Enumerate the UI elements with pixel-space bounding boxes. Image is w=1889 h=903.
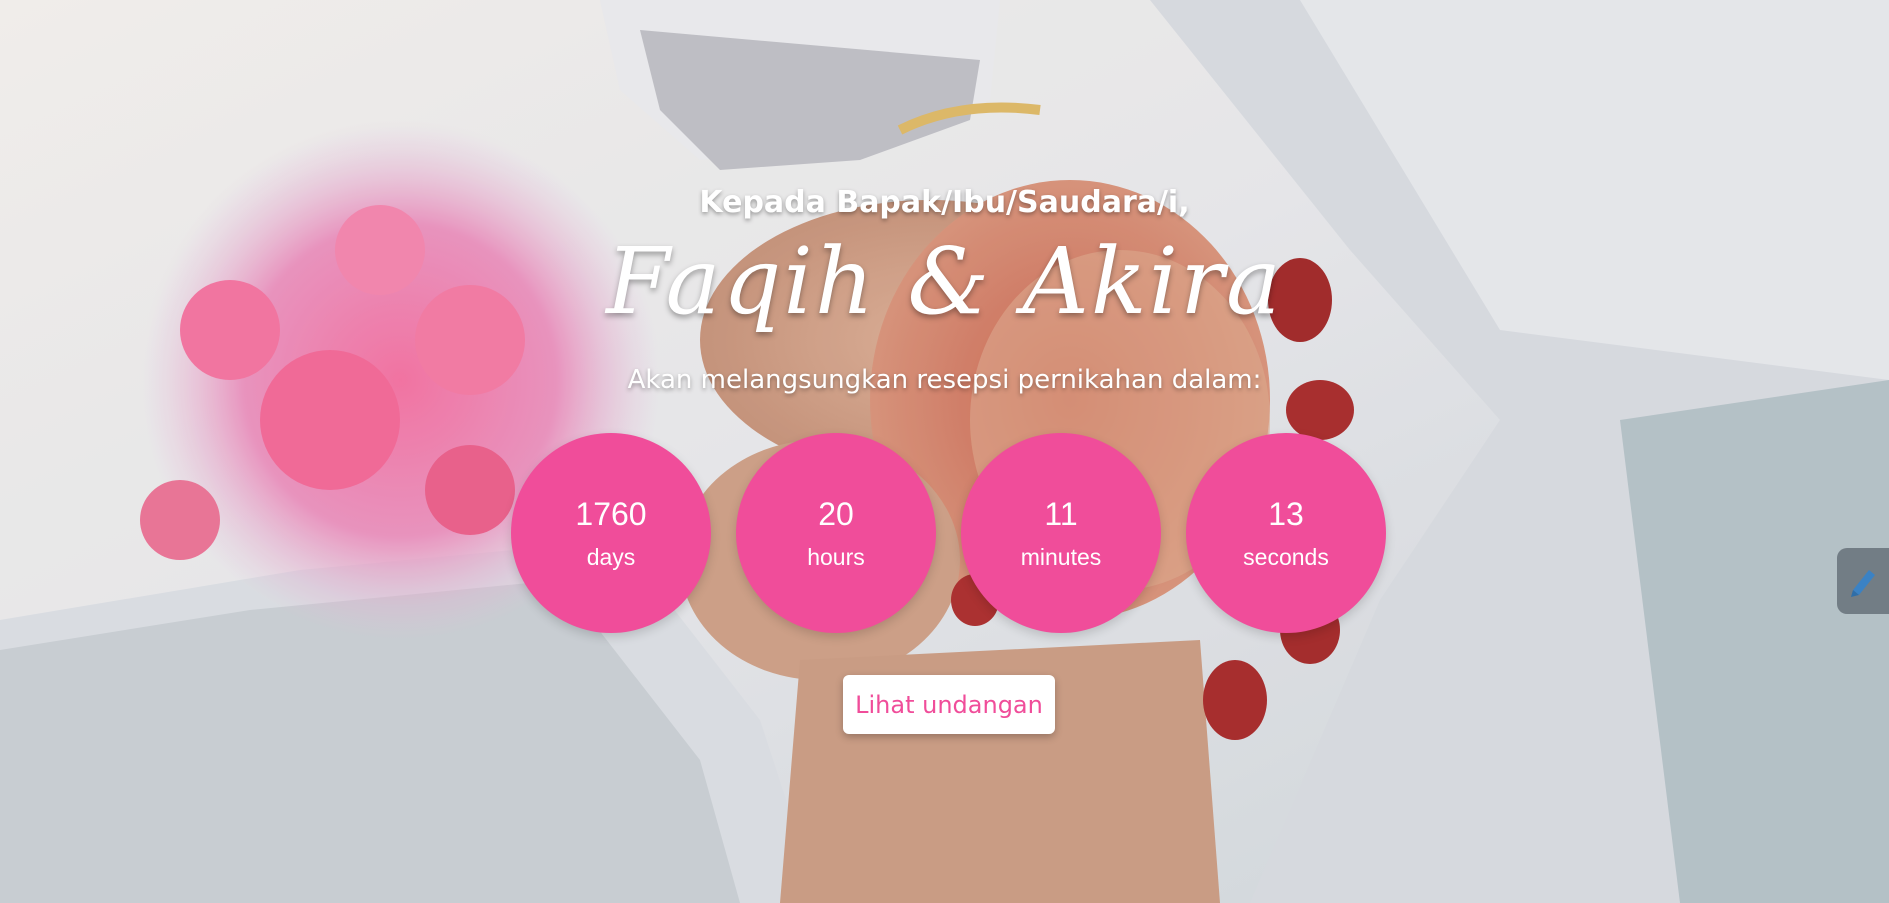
countdown-days-unit: days bbox=[586, 543, 636, 570]
hero-content: Kepada Bapak/Ibu/Saudara/i, Faqih & Akir… bbox=[0, 0, 1889, 903]
countdown-hours-unit: hours bbox=[807, 543, 865, 570]
countdown-minutes-value: 11 bbox=[1044, 495, 1078, 532]
countdown-seconds-value: 13 bbox=[1268, 495, 1304, 532]
edit-icon bbox=[1851, 570, 1875, 597]
countdown-seconds: 13 seconds bbox=[1186, 433, 1386, 633]
countdown-timer: 1760 days 20 hours 11 minutes 13 seconds bbox=[511, 433, 1386, 633]
countdown-minutes: 11 minutes bbox=[961, 433, 1161, 633]
greeting-text: Kepada Bapak/Ibu/Saudara/i, bbox=[699, 185, 1190, 220]
countdown-days-value: 1760 bbox=[575, 495, 647, 532]
countdown-days: 1760 days bbox=[511, 433, 711, 633]
view-invitation-button[interactable]: Lihat undangan bbox=[843, 675, 1055, 734]
countdown-hours: 20 hours bbox=[736, 433, 936, 633]
side-widget-button[interactable] bbox=[1837, 548, 1889, 614]
countdown-minutes-unit: minutes bbox=[1020, 543, 1102, 570]
countdown-seconds-unit: seconds bbox=[1243, 543, 1329, 570]
couple-names: Faqih & Akira bbox=[606, 228, 1283, 335]
hero-section: Kepada Bapak/Ibu/Saudara/i, Faqih & Akir… bbox=[0, 0, 1889, 903]
countdown-hours-value: 20 bbox=[818, 495, 854, 532]
subtitle-text: Akan melangsungkan resepsi pernikahan da… bbox=[627, 365, 1262, 395]
